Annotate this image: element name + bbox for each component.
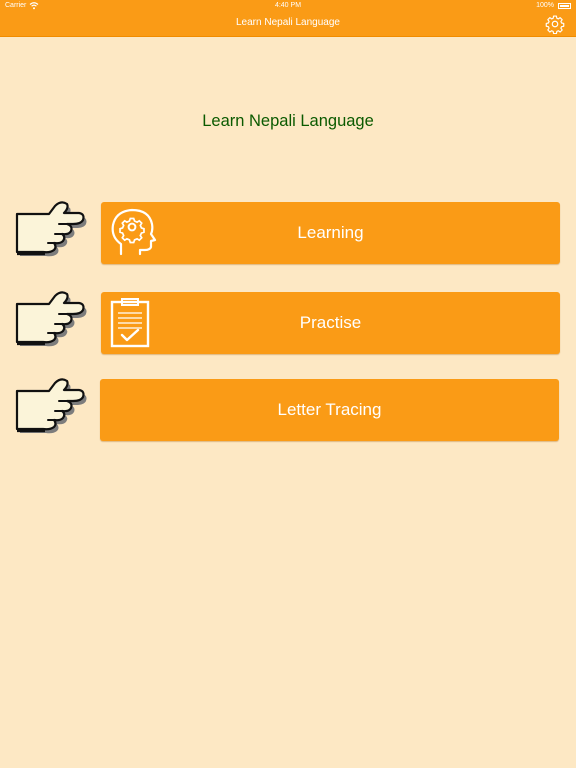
learning-button[interactable]: Learning <box>101 202 560 264</box>
letter-tracing-button[interactable]: Letter Tracing <box>100 379 559 441</box>
navigation-bar: Learn Nepali Language <box>0 12 576 37</box>
battery-percent: 100% <box>536 2 554 9</box>
pointing-hand-icon <box>15 201 87 257</box>
menu-row-letter-tracing: Letter Tracing <box>0 377 576 441</box>
gear-icon[interactable] <box>545 14 565 34</box>
status-bar: Carrier 4:40 PM 100% <box>0 0 576 12</box>
practise-button[interactable]: Practise <box>101 292 560 354</box>
clock: 4:40 PM <box>274 2 302 9</box>
practise-label: Practise <box>299 313 362 332</box>
page-title: Learn Nepali Language <box>202 112 374 130</box>
pointing-hand-icon <box>15 291 87 347</box>
menu-row-practise: Practise <box>0 290 576 354</box>
menu-row-learning: Learning <box>0 200 576 264</box>
learning-label: Learning <box>297 223 364 242</box>
pointing-hand-icon <box>15 378 87 434</box>
battery-icon <box>558 3 571 9</box>
nav-title: Learn Nepali Language <box>236 17 340 28</box>
letter-tracing-label: Letter Tracing <box>277 400 382 419</box>
